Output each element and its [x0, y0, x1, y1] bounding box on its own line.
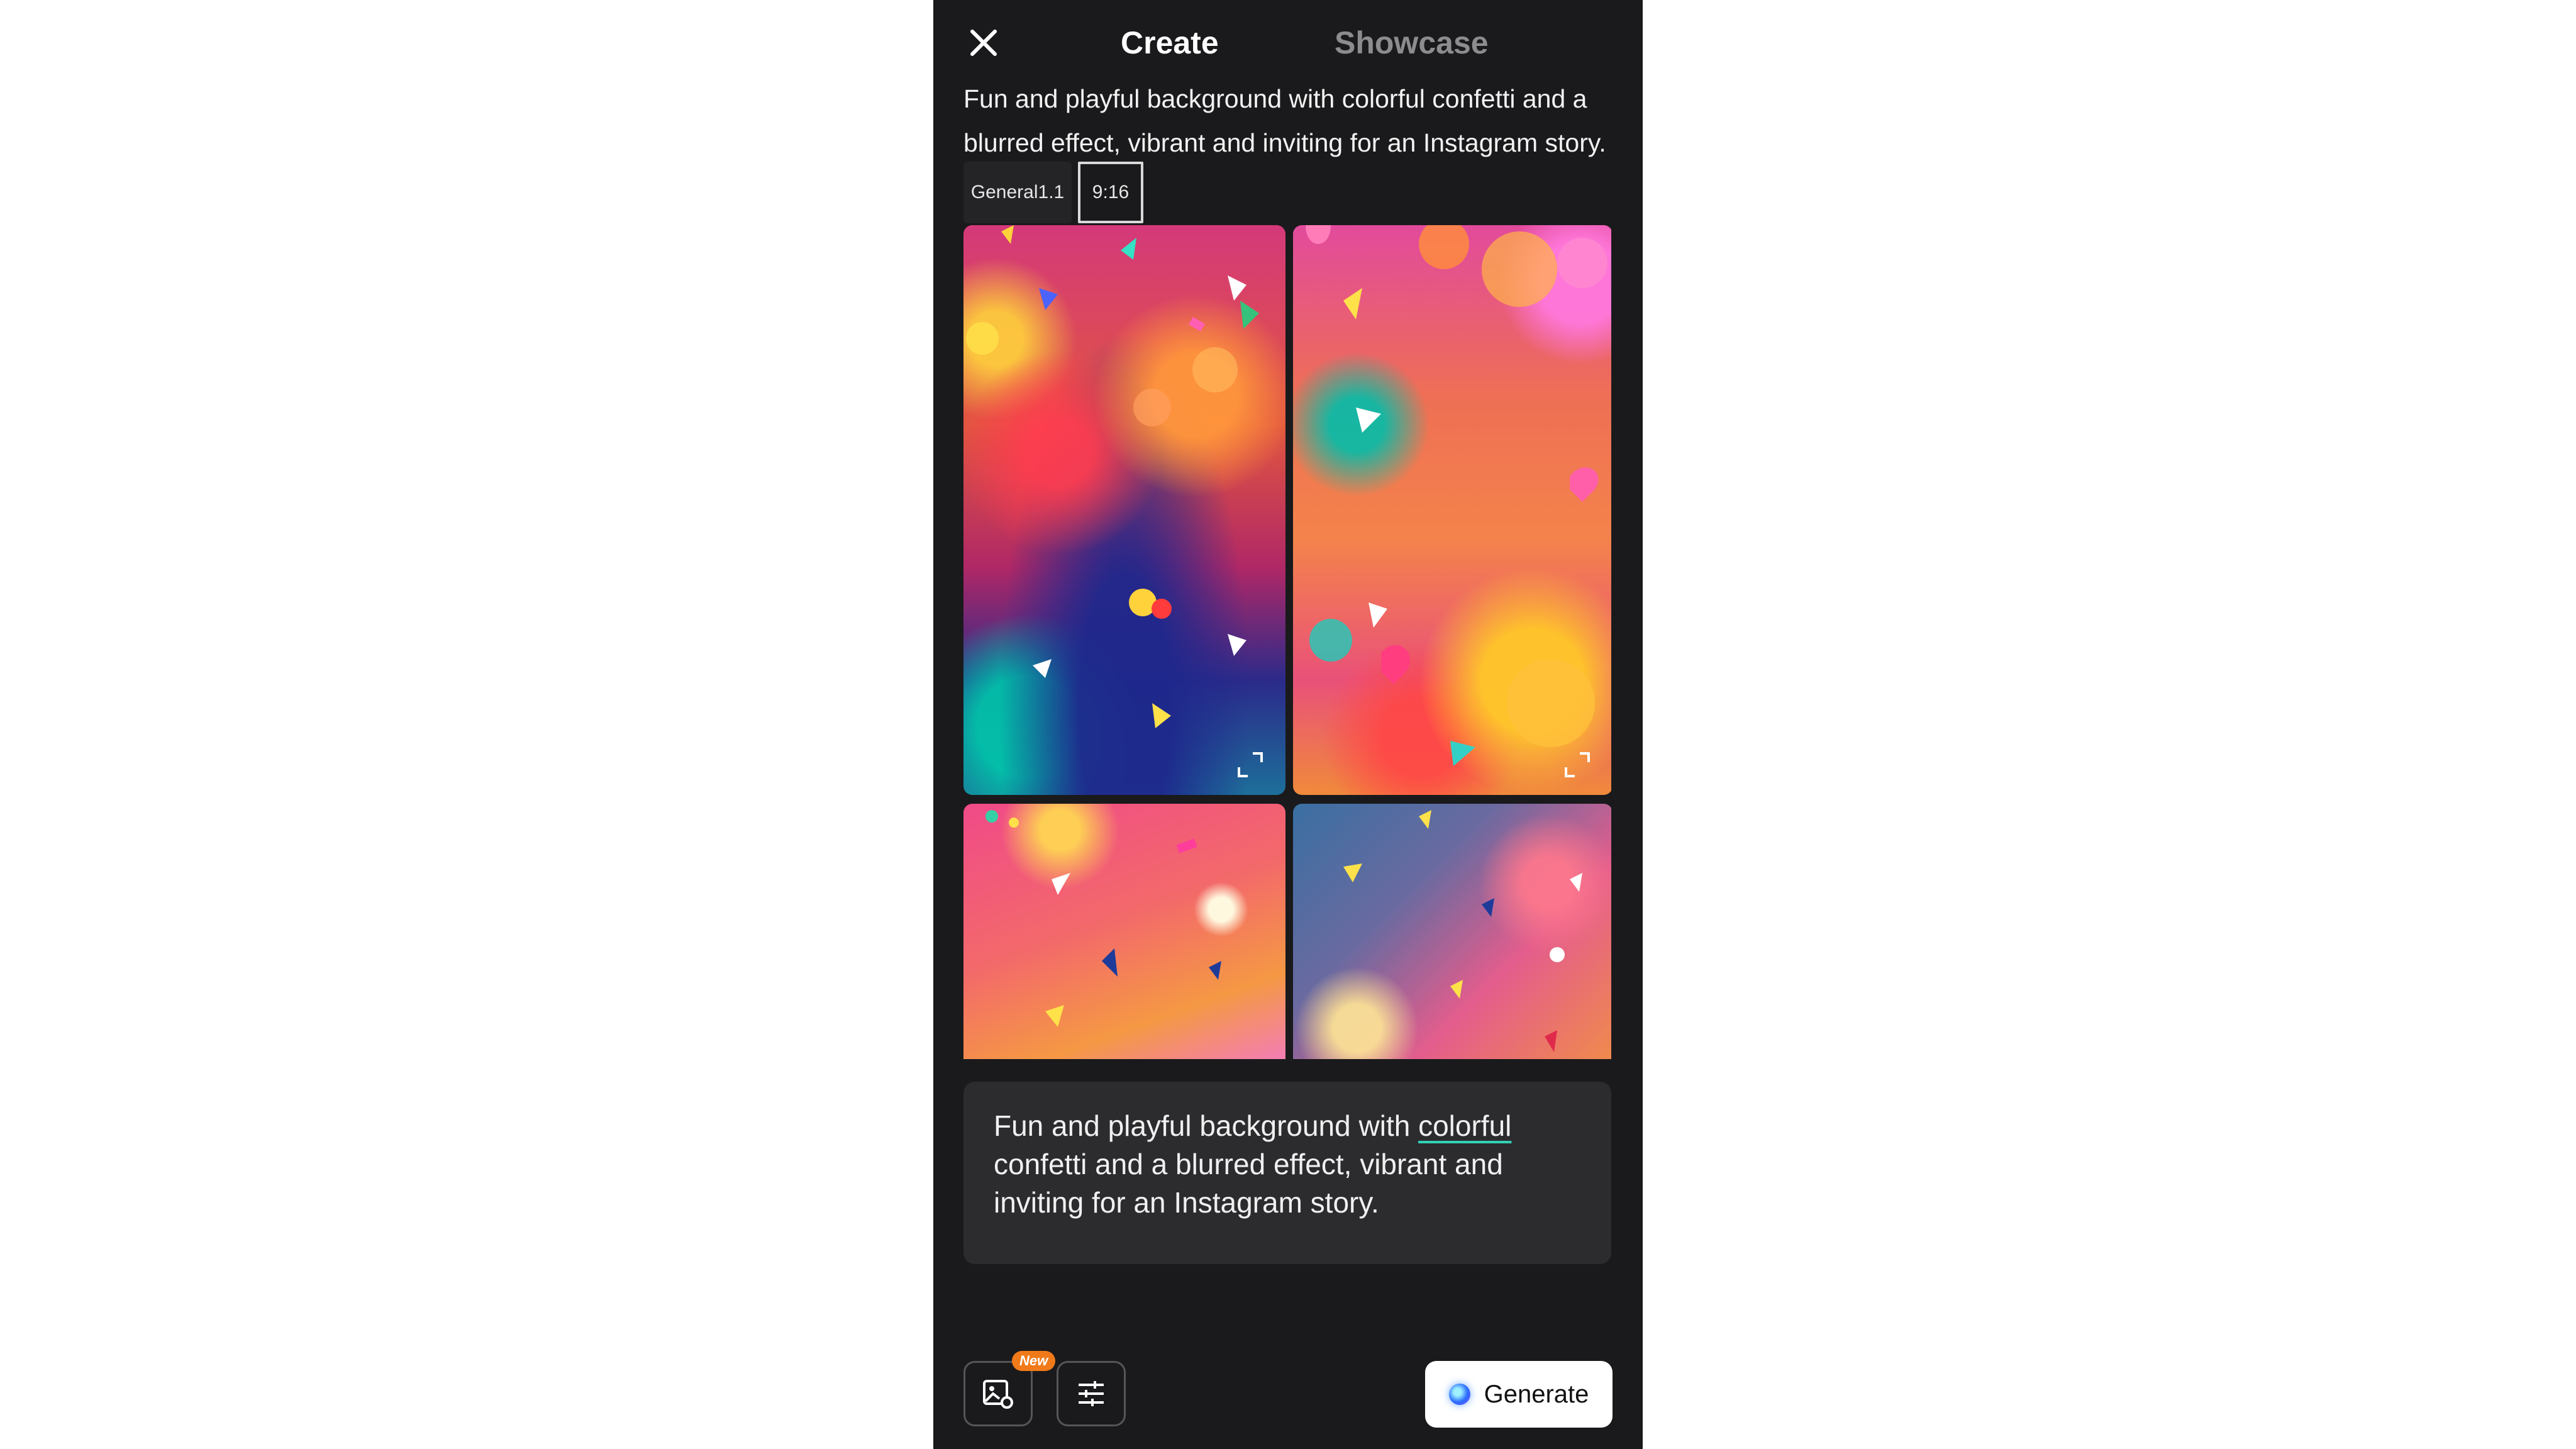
prompt-text-before: Fun and playful background with	[994, 1109, 1419, 1142]
close-icon	[970, 30, 997, 56]
ai-orb-icon	[1448, 1384, 1470, 1405]
sliders-icon	[1079, 1381, 1104, 1406]
image-settings-icon	[983, 1380, 1013, 1409]
expand-icon[interactable]	[1563, 751, 1591, 779]
results-grid	[963, 225, 1611, 1059]
model-chip[interactable]: General1.1	[963, 162, 1072, 223]
result-image-3[interactable]	[963, 804, 1285, 1059]
generate-label: Generate	[1484, 1380, 1589, 1408]
result-image-2[interactable]	[1293, 225, 1611, 795]
generate-button[interactable]: Generate	[1425, 1361, 1613, 1428]
prompt-text-after: confetti and a blurred effect, vibrant a…	[994, 1148, 1503, 1219]
close-button[interactable]	[963, 23, 1004, 63]
tab-showcase[interactable]: Showcase	[1335, 23, 1489, 63]
header: Create Showcase	[933, 0, 1643, 82]
result-image-4[interactable]	[1293, 804, 1611, 1059]
confetti-overlay	[985, 810, 1221, 1027]
confetti-overlay	[1343, 810, 1582, 1052]
expand-icon[interactable]	[1236, 751, 1264, 779]
prompt-input[interactable]: Fun and playful background with colorful…	[963, 1082, 1611, 1264]
aspect-ratio-chip[interactable]: 9:16	[1078, 162, 1143, 223]
prompt-summary: Fun and playful background with colorful…	[963, 84, 1606, 157]
confetti-overlay	[1306, 225, 1607, 766]
tab-create[interactable]: Create	[1121, 23, 1219, 63]
settings-button[interactable]	[1057, 1361, 1126, 1426]
app-screen: Create Showcase Fun and playful backgrou…	[933, 0, 1643, 1449]
prompt-highlighted-word[interactable]: colorful	[1418, 1109, 1511, 1142]
new-badge: New	[1012, 1351, 1056, 1371]
confetti-overlay	[966, 225, 1259, 728]
result-image-1[interactable]	[963, 225, 1285, 795]
